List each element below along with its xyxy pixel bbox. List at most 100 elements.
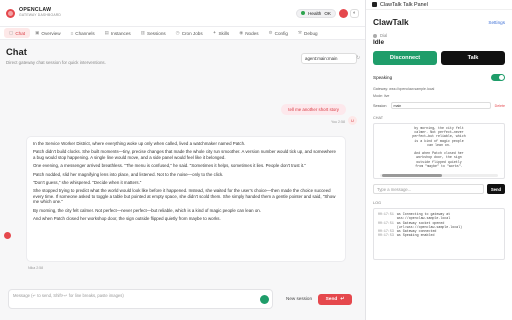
story-paragraph: One evening, a messenger arrived breathl… bbox=[33, 163, 306, 169]
composer-placeholder: Message (↵ to send, Shift+↵ for line bre… bbox=[13, 293, 124, 298]
story-paragraph: Patch didn't build clocks. She built mom… bbox=[33, 149, 336, 160]
log-line: 00:17:51 ws Connecting to gateway at wss:… bbox=[378, 212, 500, 221]
speaking-toggle[interactable] bbox=[491, 74, 505, 81]
tab-label: Nodes bbox=[245, 30, 259, 36]
tab-label: Overview bbox=[41, 30, 61, 36]
user-message-meta: You 2:58 bbox=[330, 120, 345, 124]
log-time: 00:17:51 bbox=[378, 212, 394, 216]
tab-skills[interactable]: ✦ Skills bbox=[208, 28, 235, 38]
session-label: Session bbox=[373, 103, 387, 108]
gear-icon: ⚙ bbox=[268, 30, 273, 35]
panel-body: ClawTalk Settings Dial Idle Disconnect T… bbox=[366, 10, 512, 264]
tab-sessions[interactable]: ▥ Sessions bbox=[136, 28, 171, 38]
sessions-icon: ▥ bbox=[140, 30, 146, 35]
panel-app-icon bbox=[372, 2, 377, 7]
story-paragraph: Patch nodded, slid her magnifying lens i… bbox=[33, 171, 224, 177]
top-bar: OPENCLAW GATEWAY DASHBOARD Health OK ◐ bbox=[0, 0, 365, 27]
talk-panel: ClawTalk Talk Panel ClawTalk Settings Di… bbox=[366, 0, 512, 320]
mode-info: Mode: live bbox=[373, 94, 390, 98]
panel-brand: ClawTalk bbox=[373, 17, 409, 27]
panel-chat-log[interactable]: by morning, the city felt calmer. Not pe… bbox=[373, 123, 505, 179]
tab-label: Debug bbox=[304, 30, 318, 36]
panel-session-select[interactable]: main bbox=[390, 102, 491, 109]
chat-section-label: CHAT bbox=[373, 116, 384, 120]
app-logo-icon bbox=[6, 8, 15, 18]
brand: OPENCLAW GATEWAY DASHBOARD bbox=[19, 7, 62, 18]
clock-icon: ◷ bbox=[175, 30, 180, 35]
tab-label: Instances bbox=[111, 30, 131, 36]
tab-cron-jobs[interactable]: ◷ Cron Jobs bbox=[171, 28, 208, 38]
send-label: Send bbox=[325, 297, 338, 302]
health-dot-icon bbox=[301, 11, 306, 15]
assistant-message-meta: Nika 2:58 bbox=[28, 266, 44, 270]
tab-config[interactable]: ⚙ Config bbox=[264, 28, 293, 38]
panel-window-title: ClawTalk Talk Panel bbox=[380, 1, 428, 8]
user-message: tell me another short story bbox=[281, 104, 346, 115]
chat-scrollbar[interactable] bbox=[380, 174, 498, 177]
panel-input-row: Type a message... Send bbox=[373, 184, 505, 194]
settings-link[interactable]: Settings bbox=[488, 20, 505, 25]
tab-channels[interactable]: ≡ Channels bbox=[66, 29, 100, 38]
speaking-row: Speaking bbox=[373, 74, 505, 81]
status-label: Dial bbox=[380, 33, 388, 38]
disconnect-button[interactable]: Disconnect bbox=[373, 51, 437, 65]
user-avatar: U bbox=[348, 116, 357, 125]
screen: OPENCLAW GATEWAY DASHBOARD Health OK ◐ ▢… bbox=[0, 0, 512, 320]
log-line: 00:17:51 ws Gateway socket opened (url=ws… bbox=[378, 221, 500, 230]
log-box: 00:17:51 ws Connecting to gateway at wss:… bbox=[373, 208, 505, 260]
tab-label: Skills bbox=[218, 30, 230, 36]
session-row: Session main Delete bbox=[373, 102, 505, 109]
theme-icon: ◐ bbox=[352, 10, 357, 16]
instances-icon: ▤ bbox=[104, 30, 110, 35]
status-value: Idle bbox=[373, 39, 385, 46]
chat-icon: ▢ bbox=[9, 30, 14, 35]
log-section-label: LOG bbox=[373, 201, 382, 205]
call-buttons: Disconnect Talk bbox=[373, 51, 505, 65]
tab-debug[interactable]: ⚒ Debug bbox=[293, 28, 323, 38]
story-paragraph: By morning, the city felt calmer. Not pe… bbox=[33, 207, 261, 213]
channels-icon: ≡ bbox=[70, 30, 74, 36]
gateway-info: Gateway: wss://openclaw.sample.local bbox=[373, 87, 435, 91]
new-session-button[interactable]: New session bbox=[282, 294, 316, 303]
assistant-message: In the Service Worker District, where ev… bbox=[26, 136, 346, 262]
assistant-avatar bbox=[4, 232, 11, 239]
log-text: ws Speaking enabled bbox=[396, 233, 435, 238]
log-text: ws Connecting to gateway at wss://opencl… bbox=[396, 212, 451, 221]
panel-message-input[interactable]: Type a message... bbox=[373, 184, 484, 194]
enter-icon: ↵ bbox=[340, 297, 345, 302]
message-composer[interactable]: Message (↵ to send, Shift+↵ for line bre… bbox=[8, 289, 273, 309]
log-time: 00:17:51 bbox=[378, 220, 394, 225]
tab-nodes[interactable]: ◉ Nodes bbox=[234, 28, 263, 38]
panel-title-bar: ClawTalk Talk Panel bbox=[366, 0, 512, 10]
bug-icon: ⚒ bbox=[297, 30, 303, 35]
status-dot-icon bbox=[373, 33, 377, 38]
tab-overview[interactable]: ▣ Overview bbox=[30, 28, 66, 38]
nodes-icon: ◉ bbox=[239, 30, 244, 35]
speaking-label: Speaking bbox=[373, 75, 393, 80]
story-paragraph: "Don't guess," she whispered. "Decide wh… bbox=[33, 180, 142, 186]
log-time: 00:17:53 bbox=[378, 233, 394, 238]
overview-icon: ▣ bbox=[35, 30, 40, 35]
tab-instances[interactable]: ▤ Instances bbox=[100, 28, 136, 38]
tab-label: Sessions bbox=[147, 30, 166, 36]
session-select[interactable]: agent:main:main bbox=[301, 53, 357, 64]
delete-session-button[interactable]: Delete bbox=[495, 104, 505, 108]
talk-button[interactable]: Talk bbox=[441, 51, 505, 65]
log-line: 00:17:53 ws Speaking enabled bbox=[378, 233, 500, 237]
nav-tabs: ▢ Chat ▣ Overview ≡ Channels ▤ Instances ▥ Se… bbox=[0, 27, 365, 40]
story-paragraph: In the Service Worker District, where ev… bbox=[33, 141, 246, 146]
tab-label: Chat bbox=[15, 30, 26, 36]
main-app: OPENCLAW GATEWAY DASHBOARD Health OK ◐ ▢… bbox=[0, 0, 366, 320]
tab-label: Channels bbox=[75, 30, 95, 36]
assistant-helper-icon[interactable] bbox=[260, 295, 269, 304]
user-avatar-button[interactable] bbox=[339, 8, 348, 18]
theme-toggle-button[interactable]: ◐ bbox=[350, 8, 359, 18]
brand-subtitle: GATEWAY DASHBOARD bbox=[19, 13, 62, 18]
health-label: Health bbox=[308, 10, 322, 16]
sparkle-icon: ✦ bbox=[212, 30, 217, 35]
send-button[interactable]: Send ↵ bbox=[318, 294, 352, 305]
tab-chat[interactable]: ▢ Chat bbox=[4, 28, 31, 38]
chat-line: from "maybe" to "works". bbox=[415, 163, 463, 168]
panel-send-button[interactable]: Send bbox=[487, 184, 505, 194]
panel-input-placeholder: Type a message... bbox=[377, 186, 412, 192]
